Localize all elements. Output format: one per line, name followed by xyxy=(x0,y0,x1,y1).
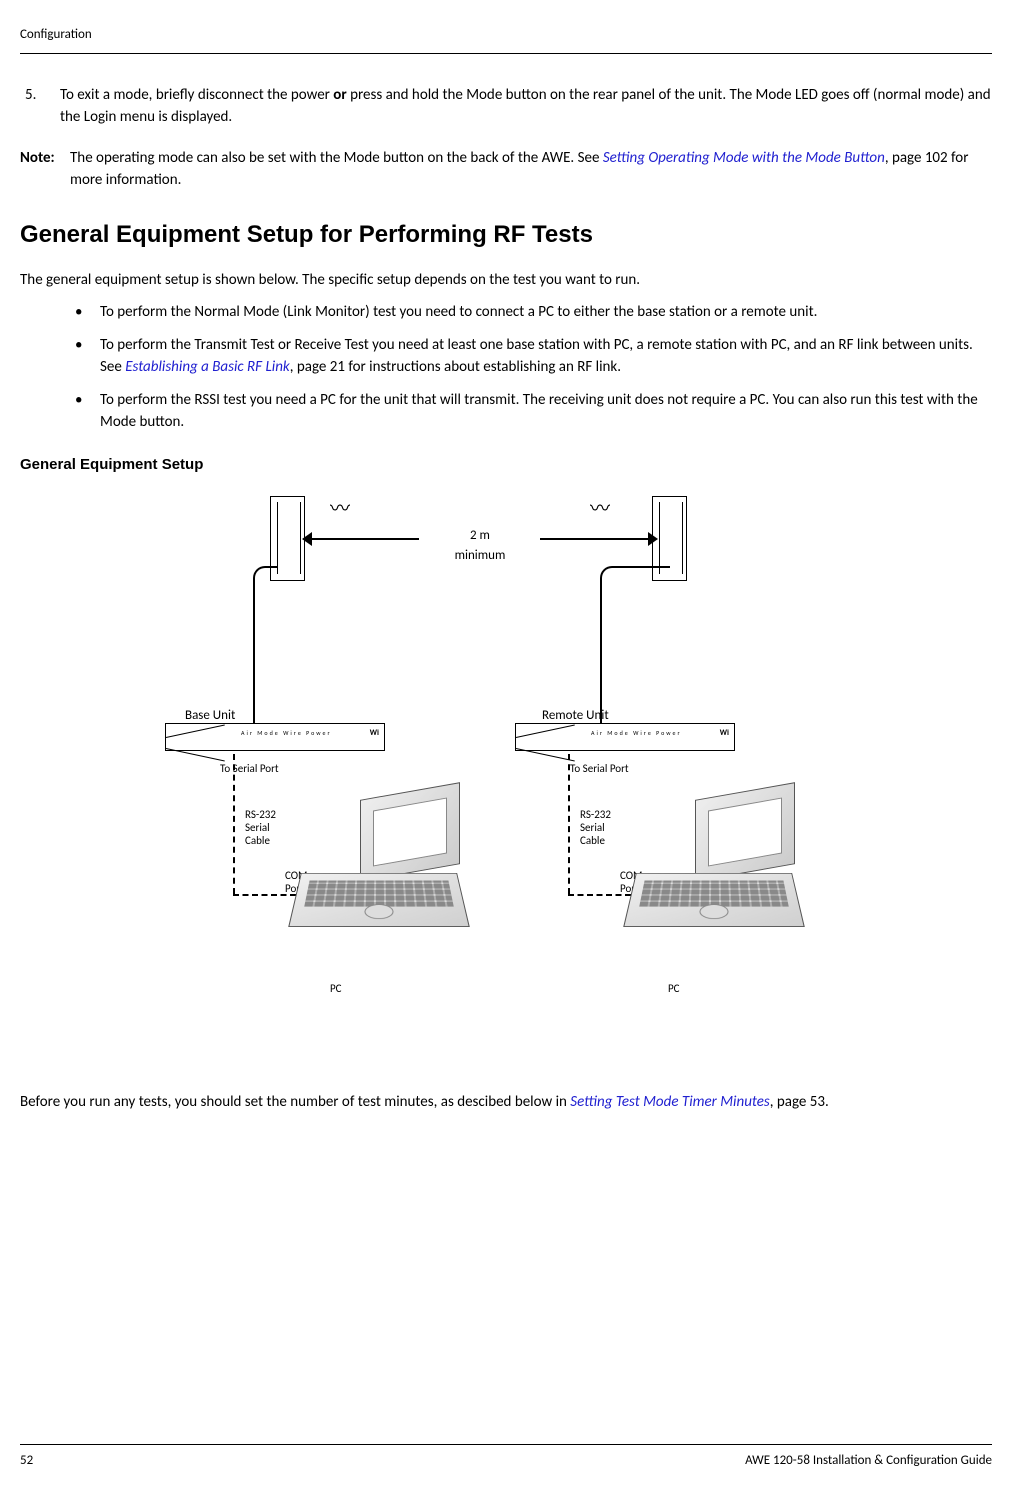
serial-port-label: To Serial Port xyxy=(220,761,279,778)
equipment-diagram: 〰 〰 2 m minimum Base Unit Remote Unit Ai… xyxy=(20,491,992,1061)
step-number: 5. xyxy=(25,84,60,129)
page-footer: 52 AWE 120-58 Installation & Configurati… xyxy=(20,1444,992,1471)
step-5: 5. To exit a mode, briefly disconnect th… xyxy=(25,84,992,129)
pc-label: PC xyxy=(668,981,680,998)
arrowhead-right-icon xyxy=(648,532,658,546)
doc-title: AWE 120-58 Installation & Configuration … xyxy=(745,1451,992,1471)
intro-paragraph: The general equipment setup is shown bel… xyxy=(20,269,992,292)
note-text: The operating mode can also be set with … xyxy=(70,147,992,192)
step-text-or: or xyxy=(333,86,346,104)
closing-paragraph: Before you run any tests, you should set… xyxy=(20,1091,992,1114)
closing-link[interactable]: Setting Test Mode Timer Minutes xyxy=(570,1093,769,1111)
laptop-keyboard-icon xyxy=(304,881,454,907)
laptop-base-icon xyxy=(623,873,805,927)
bullet-list: To perform the Normal Mode (Link Monitor… xyxy=(75,301,992,434)
rs232-label: RS-232 Serial Cable xyxy=(245,808,276,848)
serial-cable-icon xyxy=(233,754,235,894)
step-text-a: To exit a mode, briefly disconnect the p… xyxy=(60,86,333,104)
cable-icon xyxy=(253,579,255,724)
laptop-screen-icon xyxy=(695,782,795,882)
distance-arrow xyxy=(309,538,419,540)
pc-label: PC xyxy=(330,981,342,998)
running-header: Configuration xyxy=(20,25,992,45)
closing-text-a: Before you run any tests, you should set… xyxy=(20,1093,570,1111)
bullet-2-link[interactable]: Establishing a Basic RF Link xyxy=(125,358,290,376)
footer-rule xyxy=(20,1444,992,1445)
rs232-l2: Serial xyxy=(580,821,611,834)
rs232-l3: Cable xyxy=(580,834,611,847)
cable-icon xyxy=(600,566,670,581)
bullet-3-text: To perform the RSSI test you need a PC f… xyxy=(100,391,978,432)
bullet-2-text-b: , page 21 for instructions about establi… xyxy=(290,358,621,376)
note-label: Note: xyxy=(20,147,70,192)
rs232-l1: RS-232 xyxy=(245,808,276,821)
laptop-keyboard-icon xyxy=(639,881,789,907)
list-item: To perform the RSSI test you need a PC f… xyxy=(75,389,992,434)
rs232-l1: RS-232 xyxy=(580,808,611,821)
serial-port-label: To Serial Port xyxy=(570,761,629,778)
laptop-screen-icon xyxy=(360,782,460,882)
device-led-labels: Air Mode Wire Power xyxy=(241,729,332,738)
rs232-l3: Cable xyxy=(245,834,276,847)
device-logo: Wi xyxy=(370,727,379,739)
closing-text-b: , page 53. xyxy=(770,1093,829,1111)
serial-cable-icon xyxy=(568,754,570,894)
laptop-base-icon xyxy=(288,873,470,927)
laptop-trackball-icon xyxy=(364,904,394,919)
figure-title: General Equipment Setup xyxy=(20,454,992,477)
section-heading: General Equipment Setup for Performing R… xyxy=(20,217,992,253)
distance-top: 2 m xyxy=(420,526,540,546)
laptop-trackball-icon xyxy=(699,904,729,919)
cable-icon xyxy=(600,579,602,724)
note-link[interactable]: Setting Operating Mode with the Mode But… xyxy=(603,149,885,167)
rf-wave-icon: 〰 xyxy=(590,499,610,519)
device-logo: Wi xyxy=(720,727,729,739)
cable-icon xyxy=(253,566,278,581)
distance-arrow xyxy=(540,538,648,540)
note: Note: The operating mode can also be set… xyxy=(20,147,992,192)
device-led-labels: Air Mode Wire Power xyxy=(591,729,682,738)
list-item: To perform the Normal Mode (Link Monitor… xyxy=(75,301,992,324)
list-item: To perform the Transmit Test or Receive … xyxy=(75,334,992,379)
rs232-l2: Serial xyxy=(245,821,276,834)
note-text-a: The operating mode can also be set with … xyxy=(70,149,603,167)
distance-label: 2 m minimum xyxy=(420,526,540,565)
laptop-icon xyxy=(295,791,470,936)
page-number: 52 xyxy=(20,1451,33,1471)
bullet-1-text: To perform the Normal Mode (Link Monitor… xyxy=(100,303,817,321)
header-rule xyxy=(20,53,992,54)
distance-bottom: minimum xyxy=(420,546,540,566)
remote-device-icon: Air Mode Wire Power Wi xyxy=(515,723,735,751)
footer-row: 52 AWE 120-58 Installation & Configurati… xyxy=(20,1451,992,1471)
base-device-icon: Air Mode Wire Power Wi xyxy=(165,723,385,751)
rs232-label: RS-232 Serial Cable xyxy=(580,808,611,848)
laptop-icon xyxy=(630,791,805,936)
step-text: To exit a mode, briefly disconnect the p… xyxy=(60,84,992,129)
rf-wave-icon: 〰 xyxy=(330,499,350,519)
